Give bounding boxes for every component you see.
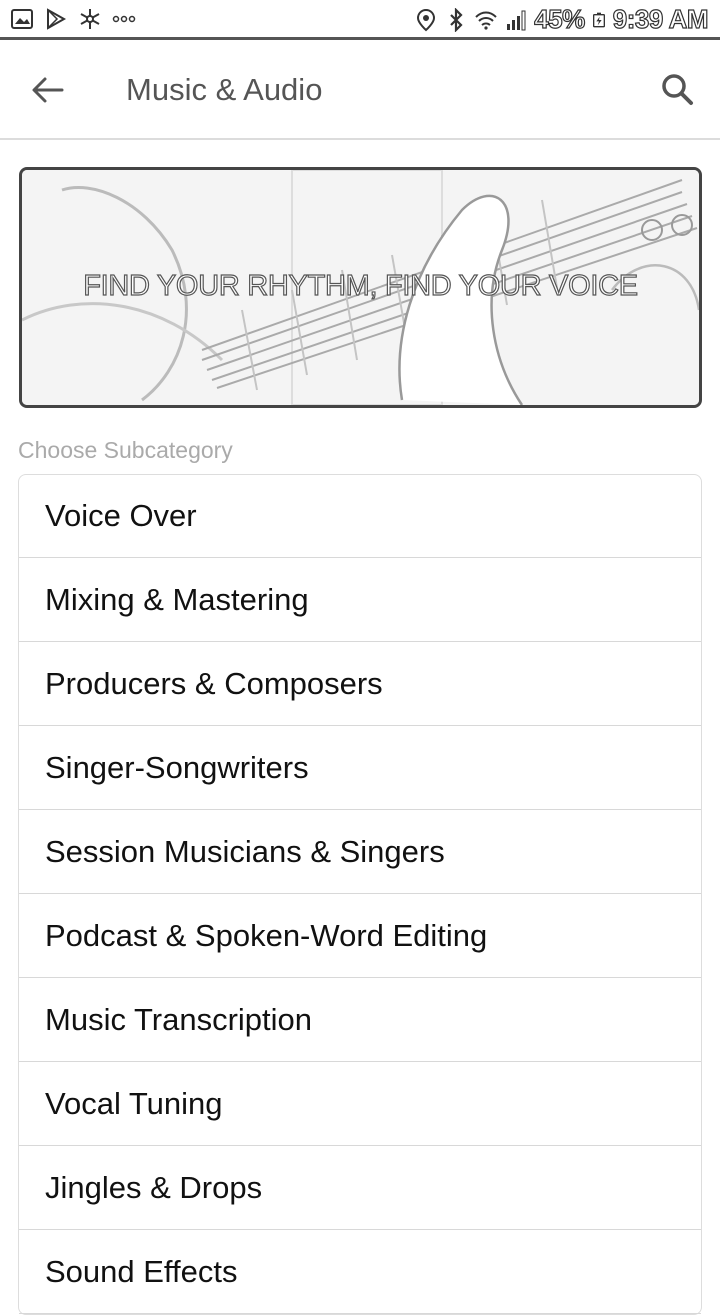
location-icon — [417, 8, 436, 31]
subcategory-item-session-musicians[interactable]: Session Musicians & Singers — [19, 810, 701, 894]
signal-icon — [507, 10, 526, 30]
arrow-left-icon[interactable] — [24, 66, 72, 114]
banner-headline: FIND YOUR RHYTHM, FIND YOUR VOICE — [83, 269, 639, 302]
status-time: 9:39 AM — [612, 3, 709, 34]
status-bar-left — [10, 7, 136, 31]
subcategory-item-singer-songwriters[interactable]: Singer-Songwriters — [19, 726, 701, 810]
subcategory-item-mixing-mastering[interactable]: Mixing & Mastering — [19, 558, 701, 642]
subcategory-item-sound-effects[interactable]: Sound Effects — [19, 1230, 701, 1314]
more-notifications-icon — [112, 15, 136, 23]
battery-icon — [592, 12, 605, 27]
subcategory-item-producers-composers[interactable]: Producers & Composers — [19, 642, 701, 726]
subcategory-list: Voice Over Mixing & Mastering Producers … — [18, 474, 702, 1315]
gallery-icon — [11, 9, 33, 29]
app-bar: Music & Audio — [0, 40, 720, 140]
subcategory-section-label: Choose Subcategory — [18, 437, 233, 463]
status-bar: 45% 9:39 AM — [0, 0, 720, 40]
snowflake-icon — [80, 9, 100, 29]
battery-percentage: 45% — [534, 3, 586, 34]
search-icon[interactable] — [654, 66, 702, 114]
subcategory-item-vocal-tuning[interactable]: Vocal Tuning — [19, 1062, 701, 1146]
page-title: Music & Audio — [126, 72, 323, 107]
bluetooth-icon — [450, 7, 463, 32]
status-bar-right: 45% 9:39 AM — [414, 3, 709, 35]
subcategory-item-voice-over[interactable]: Voice Over — [19, 475, 701, 558]
wifi-icon — [475, 11, 497, 30]
subcategory-item-jingles-drops[interactable]: Jingles & Drops — [19, 1146, 701, 1230]
subcategory-item-podcast-editing[interactable]: Podcast & Spoken-Word Editing — [19, 894, 701, 978]
play-store-icon — [47, 8, 67, 30]
subcategory-item-music-transcription[interactable]: Music Transcription — [19, 978, 701, 1062]
category-banner[interactable]: FIND YOUR RHYTHM, FIND YOUR VOICE — [19, 167, 702, 408]
